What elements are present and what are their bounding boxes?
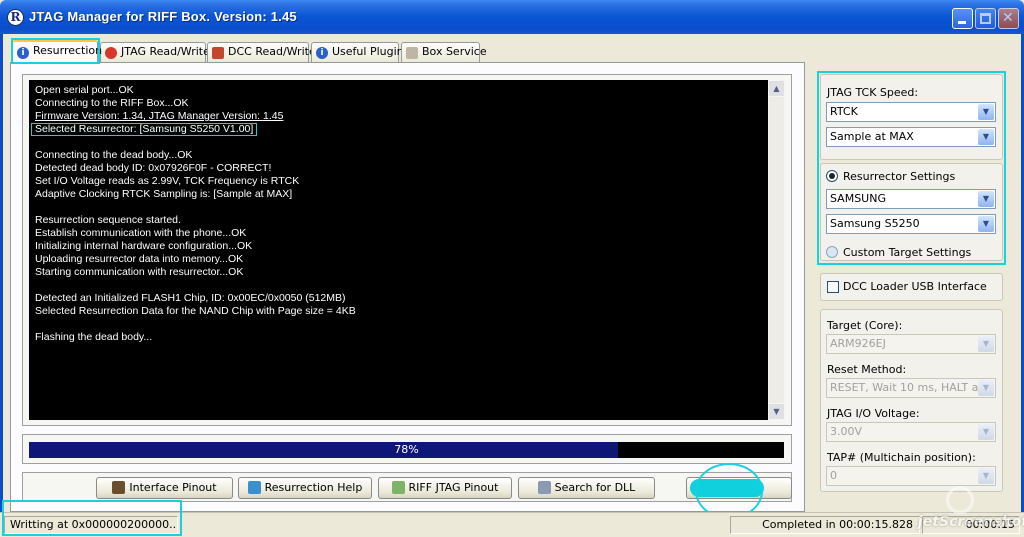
maximize-button[interactable] bbox=[975, 8, 996, 29]
app-icon: R bbox=[7, 9, 24, 26]
log-line: Open serial port...OK bbox=[35, 84, 134, 96]
tab-label: Box Service bbox=[422, 45, 487, 58]
status-elapsed: Completed in 00:00:15.828 bbox=[730, 516, 920, 534]
tab-jtag-read-write[interactable]: JTAG Read/Write bbox=[100, 42, 210, 62]
maximize-icon bbox=[980, 13, 991, 24]
tck-speed-select[interactable]: RTCK ▼ bbox=[826, 102, 996, 122]
box-icon bbox=[112, 481, 126, 494]
riff-jtag-pinout-button[interactable]: RIFF JTAG Pinout bbox=[378, 477, 512, 499]
log-line: Detected an Initialized FLASH1 Chip, ID:… bbox=[35, 292, 346, 304]
log-blank-line bbox=[35, 318, 762, 331]
resurrector-settings-radio[interactable] bbox=[826, 170, 838, 182]
chip-icon bbox=[105, 47, 117, 59]
box-icon bbox=[406, 47, 418, 59]
tab-useful-plugins[interactable]: i Useful Plugins bbox=[311, 42, 409, 62]
scroll-up-icon[interactable]: ▲ bbox=[769, 81, 784, 96]
books-icon bbox=[212, 47, 224, 59]
log-line: Connecting to the dead body...OK bbox=[35, 149, 193, 161]
chevron-down-icon[interactable]: ▼ bbox=[978, 216, 994, 232]
io-voltage-select[interactable]: 3.00V ▼ bbox=[826, 422, 996, 442]
log-line: Flashing the dead body... bbox=[35, 331, 153, 343]
chevron-down-icon[interactable]: ▼ bbox=[978, 129, 994, 145]
close-icon: ✕ bbox=[1002, 10, 1014, 26]
chevron-down-icon[interactable]: ▼ bbox=[978, 468, 994, 484]
chevron-down-icon[interactable]: ▼ bbox=[978, 336, 994, 352]
log-line: Selected Resurrection Data for the NAND … bbox=[35, 305, 356, 317]
log-line: Firmware Version: 1.34, JTAG Manager Ver… bbox=[35, 110, 284, 122]
selected-resurrector-line: Selected Resurrector: [Samsung S5250 V1.… bbox=[31, 123, 258, 136]
tab-label: JTAG Read/Write bbox=[121, 45, 210, 58]
info-icon: i bbox=[316, 47, 328, 59]
progress-label: 78% bbox=[394, 443, 419, 456]
target-core-label: Target (Core): bbox=[827, 319, 903, 332]
watermark: jetScreenshot bbox=[916, 486, 1024, 536]
tab-box-service[interactable]: Box Service bbox=[401, 42, 487, 62]
log-output[interactable]: Open serial port...OK Connecting to the R… bbox=[29, 80, 768, 420]
info-icon: i bbox=[17, 47, 29, 59]
log-blank-line bbox=[35, 136, 762, 149]
highlight-oval bbox=[695, 463, 763, 519]
chevron-down-icon[interactable]: ▼ bbox=[978, 380, 994, 396]
log-line: Initializing internal hardware configura… bbox=[35, 240, 253, 252]
manufacturer-select[interactable]: SAMSUNG ▼ bbox=[826, 189, 996, 209]
sampling-select[interactable]: Sample at MAX ▼ bbox=[826, 127, 996, 147]
jetscreenshot-logo-icon bbox=[946, 486, 974, 514]
log-line: Detected dead body ID: 0x07926F0F - CORR… bbox=[35, 162, 272, 174]
chevron-down-icon[interactable]: ▼ bbox=[978, 191, 994, 207]
log-line: Set I/O Voltage reads as 2.99V, TCK Freq… bbox=[35, 175, 300, 187]
log-line: Resurrection sequence started. bbox=[35, 214, 181, 226]
reset-method-select[interactable]: RESET, Wait 10 ms, HALT at 0 ▼ bbox=[826, 378, 996, 398]
chevron-down-icon[interactable]: ▼ bbox=[978, 424, 994, 440]
reset-method-label: Reset Method: bbox=[827, 363, 907, 376]
log-line: Starting communication with resurrector.… bbox=[35, 266, 244, 278]
resurrection-help-button[interactable]: Resurrection Help bbox=[238, 477, 372, 499]
target-core-select[interactable]: ARM926EJ ▼ bbox=[826, 334, 996, 354]
custom-target-radio[interactable] bbox=[826, 246, 838, 258]
resurrector-settings-label: Resurrector Settings bbox=[843, 170, 956, 183]
tab-label: DCC Read/Write bbox=[228, 45, 316, 58]
tab-resurrection[interactable]: i Resurrection bbox=[12, 40, 102, 63]
model-select[interactable]: Samsung S5250 ▼ bbox=[826, 214, 996, 234]
log-line: Establish communication with the phone..… bbox=[35, 227, 247, 239]
custom-target-label: Custom Target Settings bbox=[843, 246, 972, 259]
log-line: Adaptive Clocking RTCK Sampling is: [Sam… bbox=[35, 188, 293, 200]
io-voltage-label: JTAG I/O Voltage: bbox=[827, 407, 920, 420]
scroll-down-icon[interactable]: ▼ bbox=[769, 404, 784, 419]
tap-label: TAP# (Multichain position): bbox=[827, 451, 976, 464]
progress-bar: 78% bbox=[29, 442, 784, 458]
log-blank-line bbox=[35, 279, 762, 292]
minimize-button[interactable] bbox=[952, 8, 973, 29]
log-scrollbar[interactable]: ▲ ▼ bbox=[768, 80, 785, 420]
log-line: Selected Resurrector: [Samsung S5250 V1.… bbox=[31, 123, 762, 136]
tab-label: Useful Plugins bbox=[332, 45, 410, 58]
log-line: Uploading resurrector data into memory..… bbox=[35, 253, 244, 265]
window-title: JTAG Manager for RIFF Box. Version: 1.45 bbox=[29, 9, 297, 24]
dcc-loader-checkbox[interactable] bbox=[827, 281, 839, 293]
search-for-dll-button[interactable]: Search for DLL bbox=[518, 477, 655, 499]
scroll-track[interactable] bbox=[769, 97, 784, 403]
tap-select[interactable]: 0 ▼ bbox=[826, 466, 996, 486]
log-blank-line bbox=[35, 201, 762, 214]
tab-dcc-read-write[interactable]: DCC Read/Write bbox=[207, 42, 316, 62]
search-icon bbox=[537, 481, 551, 494]
status-left: Writting at 0x000000200000... bbox=[4, 516, 178, 534]
close-button[interactable]: ✕ bbox=[998, 8, 1019, 29]
interface-pinout-button[interactable]: Interface Pinout bbox=[96, 477, 233, 499]
cable-icon bbox=[391, 481, 405, 494]
minimize-icon bbox=[958, 21, 966, 24]
help-book-icon bbox=[247, 481, 261, 494]
title-bar[interactable]: R JTAG Manager for RIFF Box. Version: 1.… bbox=[0, 0, 1024, 34]
log-line: Connecting to the RIFF Box...OK bbox=[35, 97, 189, 109]
chevron-down-icon[interactable]: ▼ bbox=[978, 104, 994, 120]
tck-speed-label: JTAG TCK Speed: bbox=[827, 86, 919, 99]
dcc-loader-label: DCC Loader USB Interface bbox=[843, 280, 987, 293]
tab-label: Resurrection bbox=[33, 44, 103, 57]
